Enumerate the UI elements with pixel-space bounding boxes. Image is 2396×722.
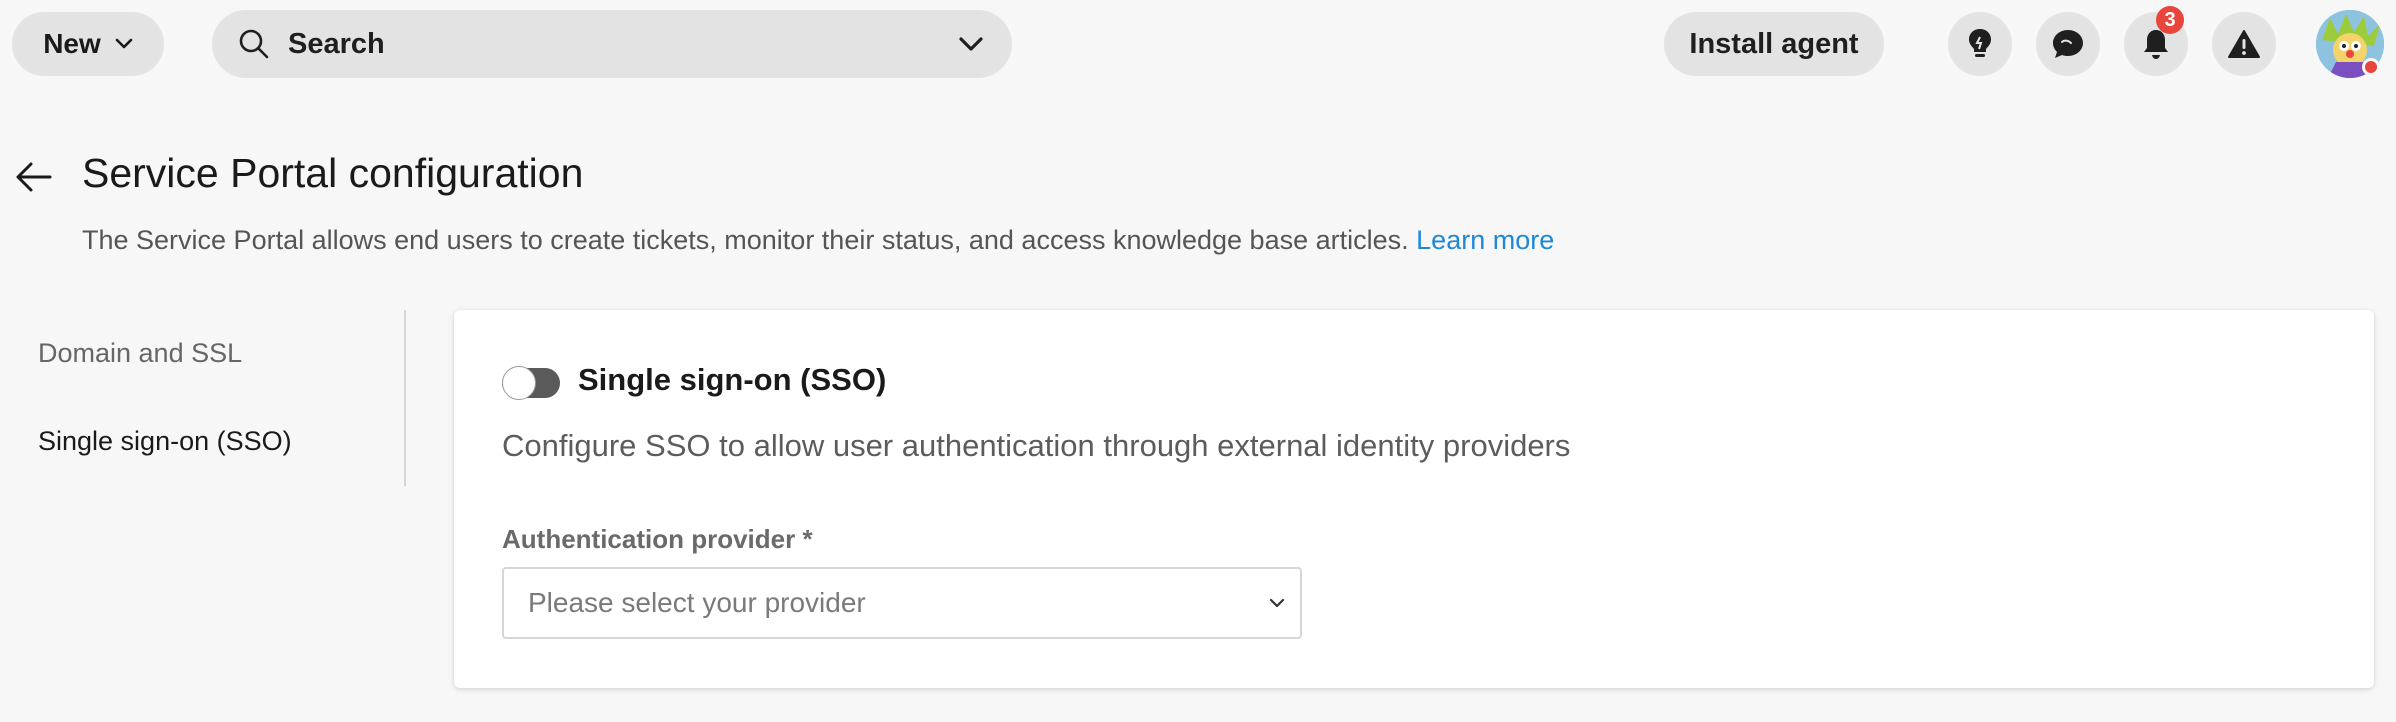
authentication-provider-select[interactable]: Please select your provider <box>502 567 1302 639</box>
sso-description: Configure SSO to allow user authenticati… <box>502 428 1571 463</box>
search-label: Search <box>288 27 385 60</box>
search-bar[interactable]: Search <box>212 10 1012 78</box>
install-agent-label: Install agent <box>1689 27 1859 60</box>
install-agent-button[interactable]: Install agent <box>1664 12 1884 76</box>
sidebar-item-sso[interactable]: Single sign-on (SSO) <box>38 426 292 457</box>
page-title: Service Portal configuration <box>82 150 584 196</box>
sso-title: Single sign-on (SSO) <box>578 362 887 397</box>
chevron-down-icon <box>115 38 133 49</box>
chevron-down-icon[interactable] <box>958 36 984 52</box>
toggle-knob <box>502 366 536 400</box>
sidebar-divider <box>404 310 406 486</box>
new-button-label: New <box>43 28 101 59</box>
alerts-button[interactable] <box>2212 12 2276 76</box>
new-button[interactable]: New <box>12 12 164 76</box>
provider-placeholder: Please select your provider <box>528 587 866 618</box>
top-bar: New Search Install agent 3 <box>0 0 2396 86</box>
sso-toggle[interactable] <box>502 366 560 400</box>
page-description: The Service Portal allows end users to c… <box>82 225 1554 256</box>
lightbulb-icon <box>1969 29 1991 57</box>
arrow-left-icon[interactable] <box>14 160 54 194</box>
notifications-button[interactable]: 3 <box>2124 6 2188 76</box>
chevron-down-icon <box>1269 598 1285 608</box>
sidebar-item-domain-ssl[interactable]: Domain and SSL <box>38 338 242 369</box>
page-description-text: The Service Portal allows end users to c… <box>82 225 1409 255</box>
chat-icon <box>2053 30 2083 58</box>
search-icon <box>239 29 269 59</box>
tips-button[interactable] <box>1948 12 2012 76</box>
status-indicator <box>2362 58 2380 76</box>
notification-count-badge: 3 <box>2156 6 2184 34</box>
authentication-provider-label: Authentication provider * <box>502 524 813 554</box>
sso-settings-card: Single sign-on (SSO) Configure SSO to al… <box>454 310 2374 688</box>
warning-icon <box>2228 30 2260 58</box>
learn-more-link[interactable]: Learn more <box>1416 225 1554 255</box>
chat-button[interactable] <box>2036 12 2100 76</box>
